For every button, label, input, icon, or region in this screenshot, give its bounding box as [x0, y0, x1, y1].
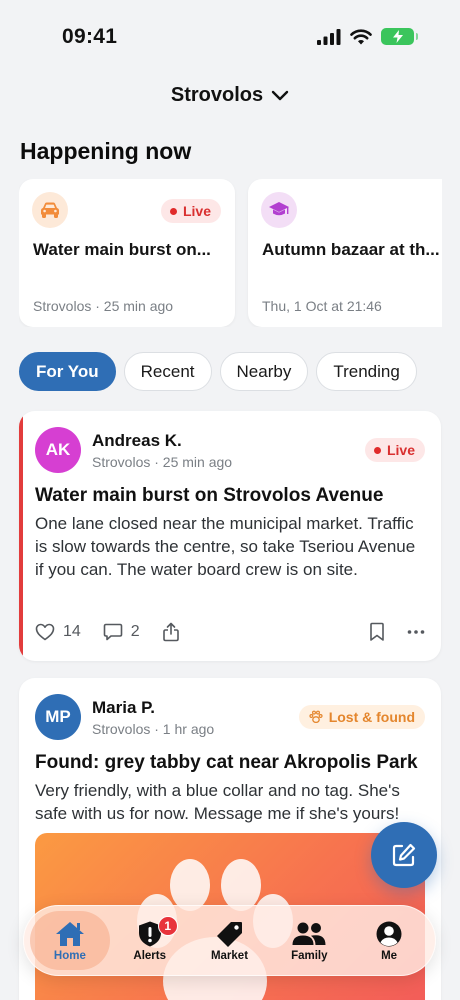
avatar[interactable]: MP: [35, 694, 81, 740]
bookmark-button[interactable]: [369, 622, 385, 642]
battery-icon: [381, 28, 418, 45]
tab-label: Market: [210, 949, 249, 962]
tab-label: Family: [291, 949, 328, 962]
happening-card[interactable]: Autumn bazaar at th... Thu, 1 Oct at 21:…: [248, 179, 442, 327]
happening-card[interactable]: Live Water main burst on... Strovolos · …: [19, 179, 235, 327]
card-meta: Strovolos · 25 min ago: [33, 298, 174, 314]
graduation-cap-icon: [261, 192, 297, 228]
tag-icon: [217, 921, 243, 947]
tab-home[interactable]: Home: [30, 911, 110, 970]
tab-me[interactable]: Me: [349, 911, 429, 970]
share-icon: [162, 622, 179, 642]
post-title: Water main burst on Strovolos Avenue: [35, 485, 384, 506]
chevron-down-icon: [271, 90, 289, 100]
live-dot-icon: [373, 446, 381, 454]
like-button[interactable]: 14: [35, 623, 81, 641]
post-body: Very friendly, with a blue collar and no…: [35, 781, 400, 823]
post-body: One lane closed near the municipal marke…: [35, 514, 416, 579]
filter-chip-recent[interactable]: Recent: [123, 352, 212, 391]
live-badge: Live: [364, 438, 425, 462]
paw-icon: [309, 710, 323, 724]
status-bar: 09:41: [0, 0, 460, 74]
car-icon: [32, 192, 68, 228]
post-actions: 14 2: [35, 621, 425, 643]
status-icons: [317, 28, 418, 45]
post-meta: Strovolos · 1 hr ago: [92, 721, 215, 737]
people-icon: [292, 922, 326, 945]
filter-chips: For You Recent Nearby Trending: [19, 352, 417, 391]
location-selector[interactable]: Strovolos: [0, 84, 460, 107]
card-title: Water main burst on...: [33, 240, 211, 259]
home-icon: [55, 921, 84, 946]
live-dot-icon: [169, 207, 177, 215]
wifi-icon: [350, 28, 372, 44]
bookmark-icon: [370, 622, 384, 641]
tab-alerts[interactable]: 1 Alerts: [110, 911, 190, 970]
compose-button[interactable]: [371, 822, 437, 888]
comment-button[interactable]: 2: [103, 623, 140, 641]
tab-market[interactable]: Market: [190, 911, 270, 970]
section-title: Happening now: [20, 138, 192, 164]
badge-label: Live: [386, 442, 415, 458]
share-button[interactable]: [162, 622, 180, 642]
compose-icon: [392, 843, 416, 867]
comment-count: 2: [130, 623, 140, 640]
post-title: Found: grey tabby cat near Akropolis Par…: [35, 752, 418, 773]
cellular-signal-icon: [317, 28, 341, 45]
post-author[interactable]: Maria P.: [92, 698, 155, 718]
lost-found-badge: Lost & found: [298, 705, 425, 729]
person-circle-icon: [376, 921, 402, 946]
tab-label: Alerts: [133, 949, 166, 962]
card-meta: Thu, 1 Oct at 21:46: [262, 298, 382, 314]
post-author[interactable]: Andreas K.: [92, 431, 182, 451]
tab-family[interactable]: Family: [269, 911, 349, 970]
filter-chip-for-you[interactable]: For You: [19, 352, 116, 391]
location-name: Strovolos: [170, 84, 264, 106]
heart-icon: [35, 623, 55, 641]
post-meta: Strovolos · 25 min ago: [92, 454, 233, 470]
tab-label: Home: [53, 949, 86, 962]
happening-now-carousel[interactable]: Live Water main burst on... Strovolos · …: [19, 179, 442, 327]
more-options-button[interactable]: [407, 629, 425, 635]
badge-label: Live: [182, 203, 211, 219]
avatar[interactable]: AK: [35, 427, 81, 473]
status-time: 09:41: [62, 25, 118, 48]
more-icon: [407, 630, 425, 634]
comment-icon: [103, 623, 123, 641]
like-count: 14: [63, 623, 81, 640]
charging-bolt-icon: [392, 30, 403, 43]
live-badge: Live: [160, 199, 221, 223]
alerts-badge: 1: [157, 916, 178, 936]
tab-label: Me: [381, 949, 398, 962]
card-title: Autumn bazaar at th...: [262, 240, 440, 259]
tab-bar: Home 1 Alerts Market Family Me: [23, 905, 436, 976]
badge-label: Lost & found: [328, 709, 415, 725]
post-card[interactable]: AK Andreas K. Strovolos · 25 min ago Liv…: [19, 411, 441, 661]
filter-chip-nearby[interactable]: Nearby: [219, 352, 309, 391]
filter-chip-trending[interactable]: Trending: [316, 352, 417, 391]
